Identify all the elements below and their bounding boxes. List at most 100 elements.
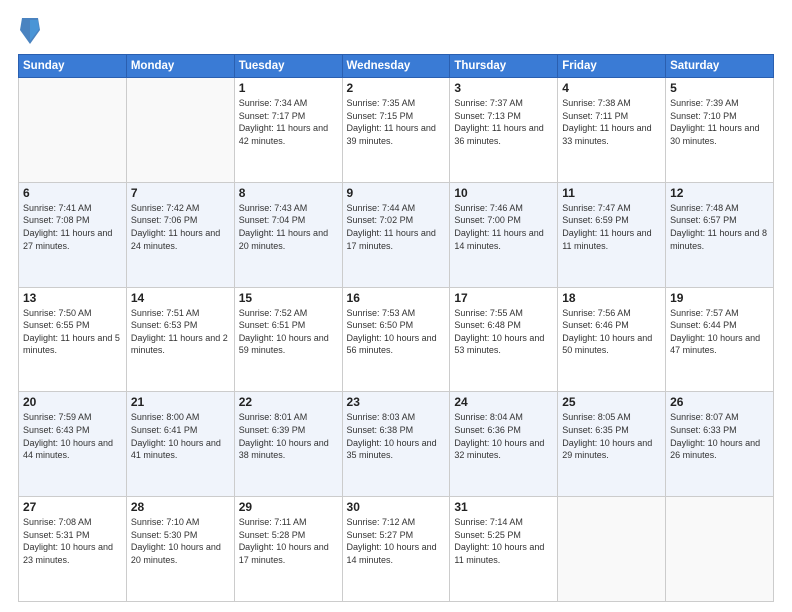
- day-detail: Sunrise: 7:42 AM Sunset: 7:06 PM Dayligh…: [131, 202, 230, 252]
- day-detail: Sunrise: 8:04 AM Sunset: 6:36 PM Dayligh…: [454, 411, 553, 461]
- day-number: 2: [347, 81, 446, 95]
- calendar-table: SundayMondayTuesdayWednesdayThursdayFrid…: [18, 54, 774, 602]
- day-number: 18: [562, 291, 661, 305]
- calendar-cell: 13 Sunrise: 7:50 AM Sunset: 6:55 PM Dayli…: [19, 287, 127, 392]
- calendar-cell: 5Sunrise: 7:39 AM Sunset: 7:10 PM Daylig…: [666, 78, 774, 183]
- calendar-cell: [19, 78, 127, 183]
- calendar-cell: [666, 497, 774, 602]
- day-number: 12: [670, 186, 769, 200]
- page-header: [18, 16, 774, 46]
- day-detail: Sunrise: 7:11 AM Sunset: 5:28 PM Dayligh…: [239, 516, 338, 566]
- calendar-cell: 15Sunrise: 7:52 AM Sunset: 6:51 PM Dayli…: [234, 287, 342, 392]
- day-number: 10: [454, 186, 553, 200]
- day-detail: Sunrise: 7:56 AM Sunset: 6:46 PM Dayligh…: [562, 307, 661, 357]
- calendar-cell: 22 Sunrise: 8:01 AM Sunset: 6:39 PM Dayli…: [234, 392, 342, 497]
- day-detail: Sunrise: 7:53 AM Sunset: 6:50 PM Dayligh…: [347, 307, 446, 357]
- calendar-cell: 29Sunrise: 7:11 AM Sunset: 5:28 PM Dayli…: [234, 497, 342, 602]
- day-number: 14: [131, 291, 230, 305]
- calendar-cell: 30 Sunrise: 7:12 AM Sunset: 5:27 PM Dayli…: [342, 497, 450, 602]
- day-detail: Sunrise: 7:50 AM Sunset: 6:55 PM Dayligh…: [23, 307, 122, 357]
- day-number: 3: [454, 81, 553, 95]
- day-number: 1: [239, 81, 338, 95]
- calendar-day-header: Sunday: [19, 55, 127, 78]
- day-detail: Sunrise: 7:46 AM Sunset: 7:00 PM Dayligh…: [454, 202, 553, 252]
- day-number: 9: [347, 186, 446, 200]
- day-number: 28: [131, 500, 230, 514]
- calendar-cell: 24 Sunrise: 8:04 AM Sunset: 6:36 PM Dayli…: [450, 392, 558, 497]
- calendar-week-row: 20 Sunrise: 7:59 AM Sunset: 6:43 PM Dayli…: [19, 392, 774, 497]
- calendar-week-row: 6Sunrise: 7:41 AM Sunset: 7:08 PM Daylig…: [19, 182, 774, 287]
- calendar-cell: 4 Sunrise: 7:38 AM Sunset: 7:11 PM Daylig…: [558, 78, 666, 183]
- day-number: 16: [347, 291, 446, 305]
- day-detail: Sunrise: 7:39 AM Sunset: 7:10 PM Dayligh…: [670, 97, 769, 147]
- calendar-cell: 6Sunrise: 7:41 AM Sunset: 7:08 PM Daylig…: [19, 182, 127, 287]
- day-detail: Sunrise: 7:35 AM Sunset: 7:15 PM Dayligh…: [347, 97, 446, 147]
- day-detail: Sunrise: 7:55 AM Sunset: 6:48 PM Dayligh…: [454, 307, 553, 357]
- day-detail: Sunrise: 8:01 AM Sunset: 6:39 PM Dayligh…: [239, 411, 338, 461]
- day-detail: Sunrise: 7:59 AM Sunset: 6:43 PM Dayligh…: [23, 411, 122, 461]
- day-detail: Sunrise: 8:03 AM Sunset: 6:38 PM Dayligh…: [347, 411, 446, 461]
- calendar-cell: 26 Sunrise: 8:07 AM Sunset: 6:33 PM Dayli…: [666, 392, 774, 497]
- calendar-week-row: 1 Sunrise: 7:34 AM Sunset: 7:17 PM Daylig…: [19, 78, 774, 183]
- day-detail: Sunrise: 8:00 AM Sunset: 6:41 PM Dayligh…: [131, 411, 230, 461]
- calendar-cell: 10 Sunrise: 7:46 AM Sunset: 7:00 PM Dayli…: [450, 182, 558, 287]
- calendar-cell: 21 Sunrise: 8:00 AM Sunset: 6:41 PM Dayli…: [126, 392, 234, 497]
- day-number: 8: [239, 186, 338, 200]
- calendar-header-row: SundayMondayTuesdayWednesdayThursdayFrid…: [19, 55, 774, 78]
- calendar-cell: 23 Sunrise: 8:03 AM Sunset: 6:38 PM Dayli…: [342, 392, 450, 497]
- day-number: 23: [347, 395, 446, 409]
- calendar-day-header: Wednesday: [342, 55, 450, 78]
- calendar-cell: 11 Sunrise: 7:47 AM Sunset: 6:59 PM Dayli…: [558, 182, 666, 287]
- calendar-day-header: Saturday: [666, 55, 774, 78]
- day-detail: Sunrise: 7:47 AM Sunset: 6:59 PM Dayligh…: [562, 202, 661, 252]
- calendar-cell: 25 Sunrise: 8:05 AM Sunset: 6:35 PM Dayli…: [558, 392, 666, 497]
- day-detail: Sunrise: 7:52 AM Sunset: 6:51 PM Dayligh…: [239, 307, 338, 357]
- calendar-cell: 16 Sunrise: 7:53 AM Sunset: 6:50 PM Dayli…: [342, 287, 450, 392]
- calendar-cell: 12 Sunrise: 7:48 AM Sunset: 6:57 PM Dayli…: [666, 182, 774, 287]
- calendar-cell: 28 Sunrise: 7:10 AM Sunset: 5:30 PM Dayli…: [126, 497, 234, 602]
- calendar-cell: [126, 78, 234, 183]
- calendar-cell: 14Sunrise: 7:51 AM Sunset: 6:53 PM Dayli…: [126, 287, 234, 392]
- day-number: 7: [131, 186, 230, 200]
- calendar-week-row: 13 Sunrise: 7:50 AM Sunset: 6:55 PM Dayli…: [19, 287, 774, 392]
- day-detail: Sunrise: 7:38 AM Sunset: 7:11 PM Dayligh…: [562, 97, 661, 147]
- day-number: 31: [454, 500, 553, 514]
- calendar-day-header: Thursday: [450, 55, 558, 78]
- calendar-week-row: 27Sunrise: 7:08 AM Sunset: 5:31 PM Dayli…: [19, 497, 774, 602]
- day-detail: Sunrise: 7:44 AM Sunset: 7:02 PM Dayligh…: [347, 202, 446, 252]
- calendar-cell: 19Sunrise: 7:57 AM Sunset: 6:44 PM Dayli…: [666, 287, 774, 392]
- day-detail: Sunrise: 7:48 AM Sunset: 6:57 PM Dayligh…: [670, 202, 769, 252]
- day-detail: Sunrise: 7:14 AM Sunset: 5:25 PM Dayligh…: [454, 516, 553, 566]
- day-detail: Sunrise: 7:34 AM Sunset: 7:17 PM Dayligh…: [239, 97, 338, 147]
- calendar-cell: [558, 497, 666, 602]
- calendar-cell: 1 Sunrise: 7:34 AM Sunset: 7:17 PM Daylig…: [234, 78, 342, 183]
- calendar-cell: 2 Sunrise: 7:35 AM Sunset: 7:15 PM Daylig…: [342, 78, 450, 183]
- day-number: 20: [23, 395, 122, 409]
- calendar-cell: 9 Sunrise: 7:44 AM Sunset: 7:02 PM Daylig…: [342, 182, 450, 287]
- calendar-day-header: Friday: [558, 55, 666, 78]
- calendar-cell: 31 Sunrise: 7:14 AM Sunset: 5:25 PM Dayli…: [450, 497, 558, 602]
- day-detail: Sunrise: 7:37 AM Sunset: 7:13 PM Dayligh…: [454, 97, 553, 147]
- calendar-cell: 7 Sunrise: 7:42 AM Sunset: 7:06 PM Daylig…: [126, 182, 234, 287]
- day-detail: Sunrise: 7:12 AM Sunset: 5:27 PM Dayligh…: [347, 516, 446, 566]
- day-number: 4: [562, 81, 661, 95]
- day-number: 21: [131, 395, 230, 409]
- day-detail: Sunrise: 7:43 AM Sunset: 7:04 PM Dayligh…: [239, 202, 338, 252]
- day-number: 26: [670, 395, 769, 409]
- day-number: 24: [454, 395, 553, 409]
- day-number: 11: [562, 186, 661, 200]
- day-number: 25: [562, 395, 661, 409]
- day-detail: Sunrise: 7:10 AM Sunset: 5:30 PM Dayligh…: [131, 516, 230, 566]
- day-detail: Sunrise: 8:07 AM Sunset: 6:33 PM Dayligh…: [670, 411, 769, 461]
- calendar-cell: 17 Sunrise: 7:55 AM Sunset: 6:48 PM Dayli…: [450, 287, 558, 392]
- day-number: 13: [23, 291, 122, 305]
- day-detail: Sunrise: 7:41 AM Sunset: 7:08 PM Dayligh…: [23, 202, 122, 252]
- day-number: 30: [347, 500, 446, 514]
- calendar-day-header: Tuesday: [234, 55, 342, 78]
- day-number: 17: [454, 291, 553, 305]
- day-detail: Sunrise: 8:05 AM Sunset: 6:35 PM Dayligh…: [562, 411, 661, 461]
- logo-icon: [18, 16, 42, 46]
- day-detail: Sunrise: 7:08 AM Sunset: 5:31 PM Dayligh…: [23, 516, 122, 566]
- calendar-cell: 27Sunrise: 7:08 AM Sunset: 5:31 PM Dayli…: [19, 497, 127, 602]
- day-number: 22: [239, 395, 338, 409]
